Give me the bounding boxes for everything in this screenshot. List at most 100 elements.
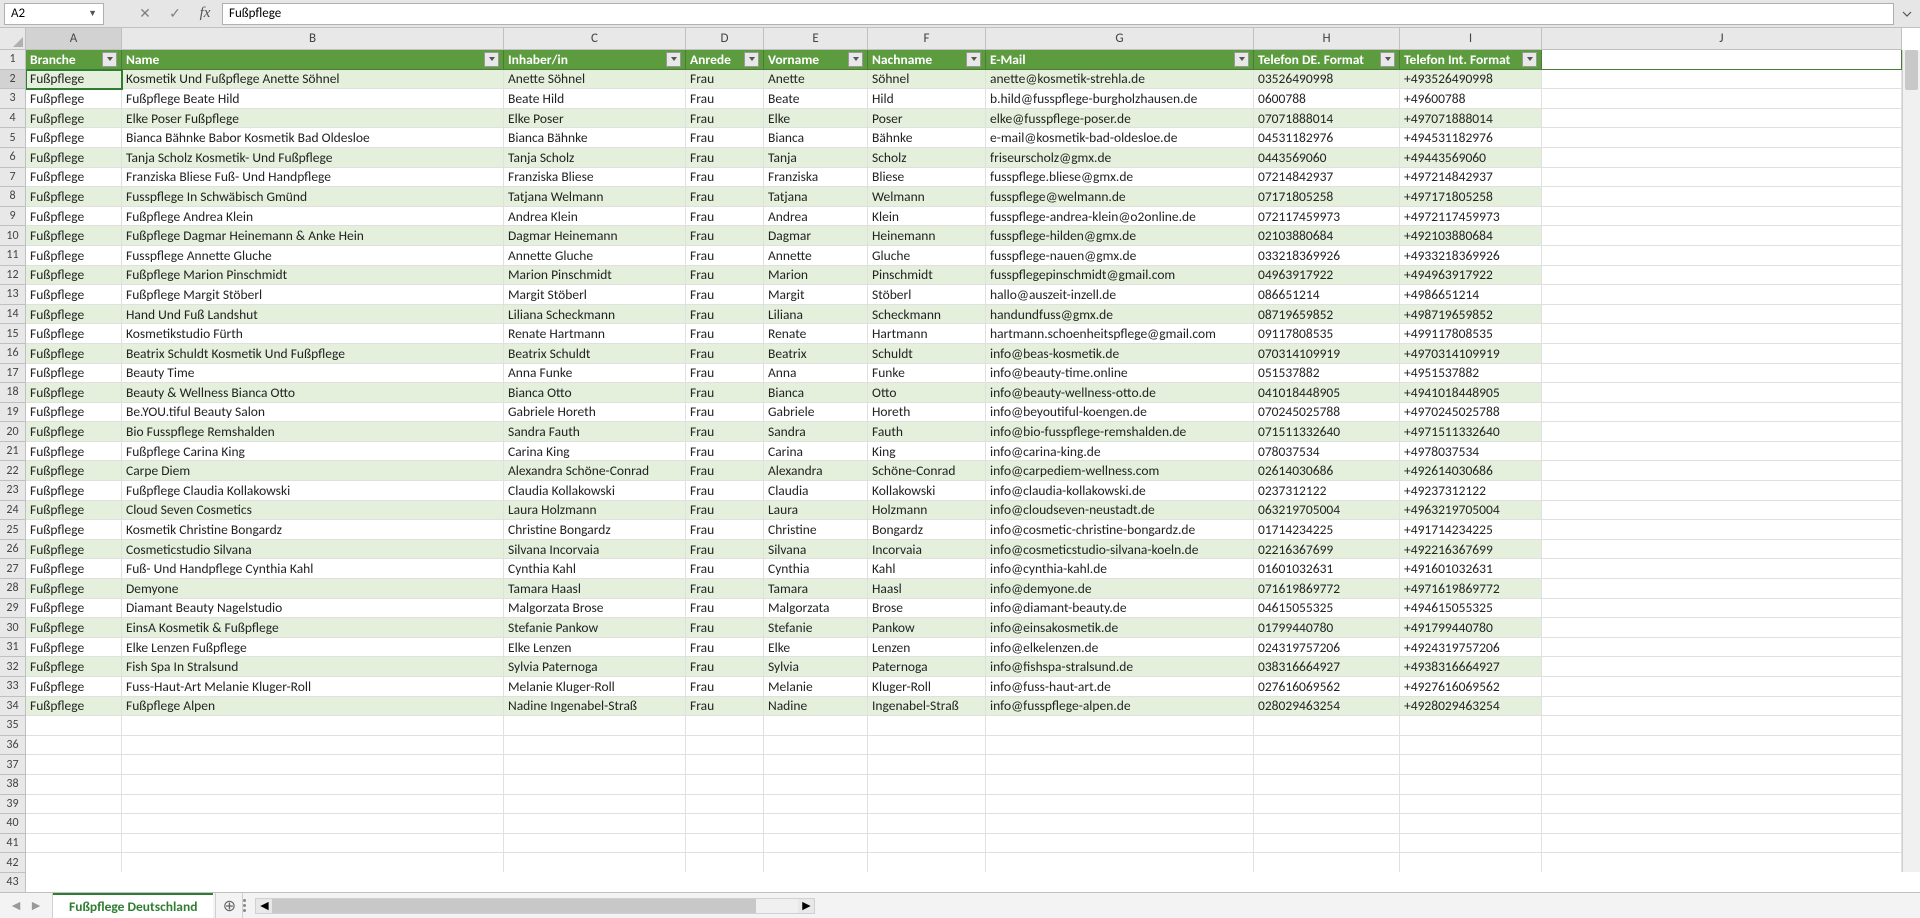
table-cell[interactable]: Fußpflege [26,618,122,638]
table-cell[interactable]: Gabriele [764,403,868,423]
table-cell[interactable]: friseurscholz@gmx.de [986,148,1254,168]
empty-cell[interactable] [26,736,122,756]
empty-cell[interactable] [504,795,686,815]
table-cell[interactable]: Frau [686,442,764,462]
empty-cell[interactable] [986,814,1254,834]
row-header[interactable]: 14 [0,305,26,325]
table-cell[interactable]: Tanja Scholz [504,148,686,168]
table-cell[interactable]: Melanie [764,677,868,697]
table-cell[interactable]: Diamant Beauty Nagelstudio [122,599,504,619]
empty-cell[interactable] [1400,814,1542,834]
vertical-scroll-thumb[interactable] [1905,50,1918,90]
table-cell[interactable]: Horeth [868,403,986,423]
table-cell[interactable]: Malgorzata Brose [504,599,686,619]
empty-cell[interactable] [868,814,986,834]
empty-cell[interactable] [26,814,122,834]
empty-cell[interactable] [868,795,986,815]
table-cell[interactable]: +4924319757206 [1400,638,1542,658]
row-header[interactable]: 17 [0,364,26,384]
empty-cell[interactable] [686,775,764,795]
table-cell[interactable]: Funke [868,364,986,384]
table-cell[interactable]: Fußpflege [26,266,122,286]
expand-formula-bar-button[interactable] [1898,3,1916,25]
empty-cell[interactable] [1542,305,1902,325]
table-cell[interactable]: Kosmetik Und Fußpflege Anette Söhnel [122,70,504,90]
empty-cell[interactable] [1542,442,1902,462]
table-cell[interactable]: Elke [764,109,868,129]
table-cell[interactable]: Fußpflege [26,324,122,344]
empty-cell[interactable] [1542,168,1902,188]
table-cell[interactable]: Fußpflege [26,677,122,697]
empty-cell[interactable] [686,736,764,756]
table-header-cell[interactable]: Anrede [686,50,764,70]
table-cell[interactable]: Liliana [764,305,868,325]
table-cell[interactable]: Fusspflege Annette Gluche [122,246,504,266]
table-cell[interactable]: 07071888014 [1254,109,1400,129]
filter-dropdown-icon[interactable] [1522,52,1537,67]
table-cell[interactable]: Hand Und Fuß Landshut [122,305,504,325]
empty-cell[interactable] [1542,795,1902,815]
empty-cell[interactable] [764,775,868,795]
table-cell[interactable]: 03526490998 [1254,70,1400,90]
empty-cell[interactable] [1542,775,1902,795]
table-cell[interactable]: Gabriele Horeth [504,403,686,423]
table-cell[interactable]: 041018448905 [1254,383,1400,403]
empty-cell[interactable] [1542,50,1902,70]
table-cell[interactable]: Christine [764,520,868,540]
empty-cell[interactable] [868,716,986,736]
table-cell[interactable]: +491799440780 [1400,618,1542,638]
table-cell[interactable]: Frau [686,324,764,344]
empty-cell[interactable] [1542,599,1902,619]
table-cell[interactable]: Kahl [868,559,986,579]
table-cell[interactable]: Welmann [868,187,986,207]
empty-cell[interactable] [1400,716,1542,736]
table-cell[interactable]: Annette [764,246,868,266]
empty-cell[interactable] [764,736,868,756]
empty-cell[interactable] [1542,736,1902,756]
empty-cell[interactable] [122,814,504,834]
table-cell[interactable]: Hild [868,89,986,109]
empty-cell[interactable] [1542,814,1902,834]
table-cell[interactable]: Sandra [764,422,868,442]
table-cell[interactable]: Frau [686,540,764,560]
table-cell[interactable]: info@fusspflege-alpen.de [986,697,1254,717]
empty-cell[interactable] [1254,853,1400,872]
table-cell[interactable]: Fußpflege [26,599,122,619]
table-cell[interactable]: Pinschmidt [868,266,986,286]
empty-cell[interactable] [1542,520,1902,540]
table-cell[interactable]: Bio Fusspflege Remshalden [122,422,504,442]
filter-dropdown-icon[interactable] [1234,52,1249,67]
table-cell[interactable]: 0600788 [1254,89,1400,109]
table-cell[interactable]: Fußpflege [26,70,122,90]
table-cell[interactable]: Haasl [868,579,986,599]
row-header[interactable]: 15 [0,324,26,344]
table-cell[interactable]: +493526490998 [1400,70,1542,90]
empty-cell[interactable] [1542,344,1902,364]
table-cell[interactable]: Silvana [764,540,868,560]
table-cell[interactable]: Cynthia [764,559,868,579]
table-header-cell[interactable]: Name [122,50,504,70]
empty-cell[interactable] [1542,657,1902,677]
table-cell[interactable]: Frau [686,285,764,305]
row-header[interactable]: 16 [0,344,26,364]
table-cell[interactable]: Beatrix Schuldt Kosmetik Und Fußpflege [122,344,504,364]
table-cell[interactable]: Fußpflege Margit Stöberl [122,285,504,305]
empty-cell[interactable] [868,736,986,756]
table-cell[interactable]: info@diamant-beauty.de [986,599,1254,619]
empty-cell[interactable] [26,716,122,736]
row-header[interactable]: 8 [0,187,26,207]
empty-cell[interactable] [1254,795,1400,815]
table-cell[interactable]: Fußpflege Dagmar Heinemann & Anke Hein [122,226,504,246]
table-cell[interactable]: Frau [686,677,764,697]
table-cell[interactable]: Bianca [764,383,868,403]
table-cell[interactable]: Fußpflege Beate Hild [122,89,504,109]
table-cell[interactable]: info@cynthia-kahl.de [986,559,1254,579]
table-cell[interactable]: Fußpflege Marion Pinschmidt [122,266,504,286]
table-cell[interactable]: Fußpflege [26,128,122,148]
table-cell[interactable]: Elke Lenzen [504,638,686,658]
table-cell[interactable]: Fußpflege [26,403,122,423]
table-cell[interactable]: Tanja [764,148,868,168]
empty-cell[interactable] [122,834,504,854]
table-cell[interactable]: +49600788 [1400,89,1542,109]
table-cell[interactable]: Heinemann [868,226,986,246]
